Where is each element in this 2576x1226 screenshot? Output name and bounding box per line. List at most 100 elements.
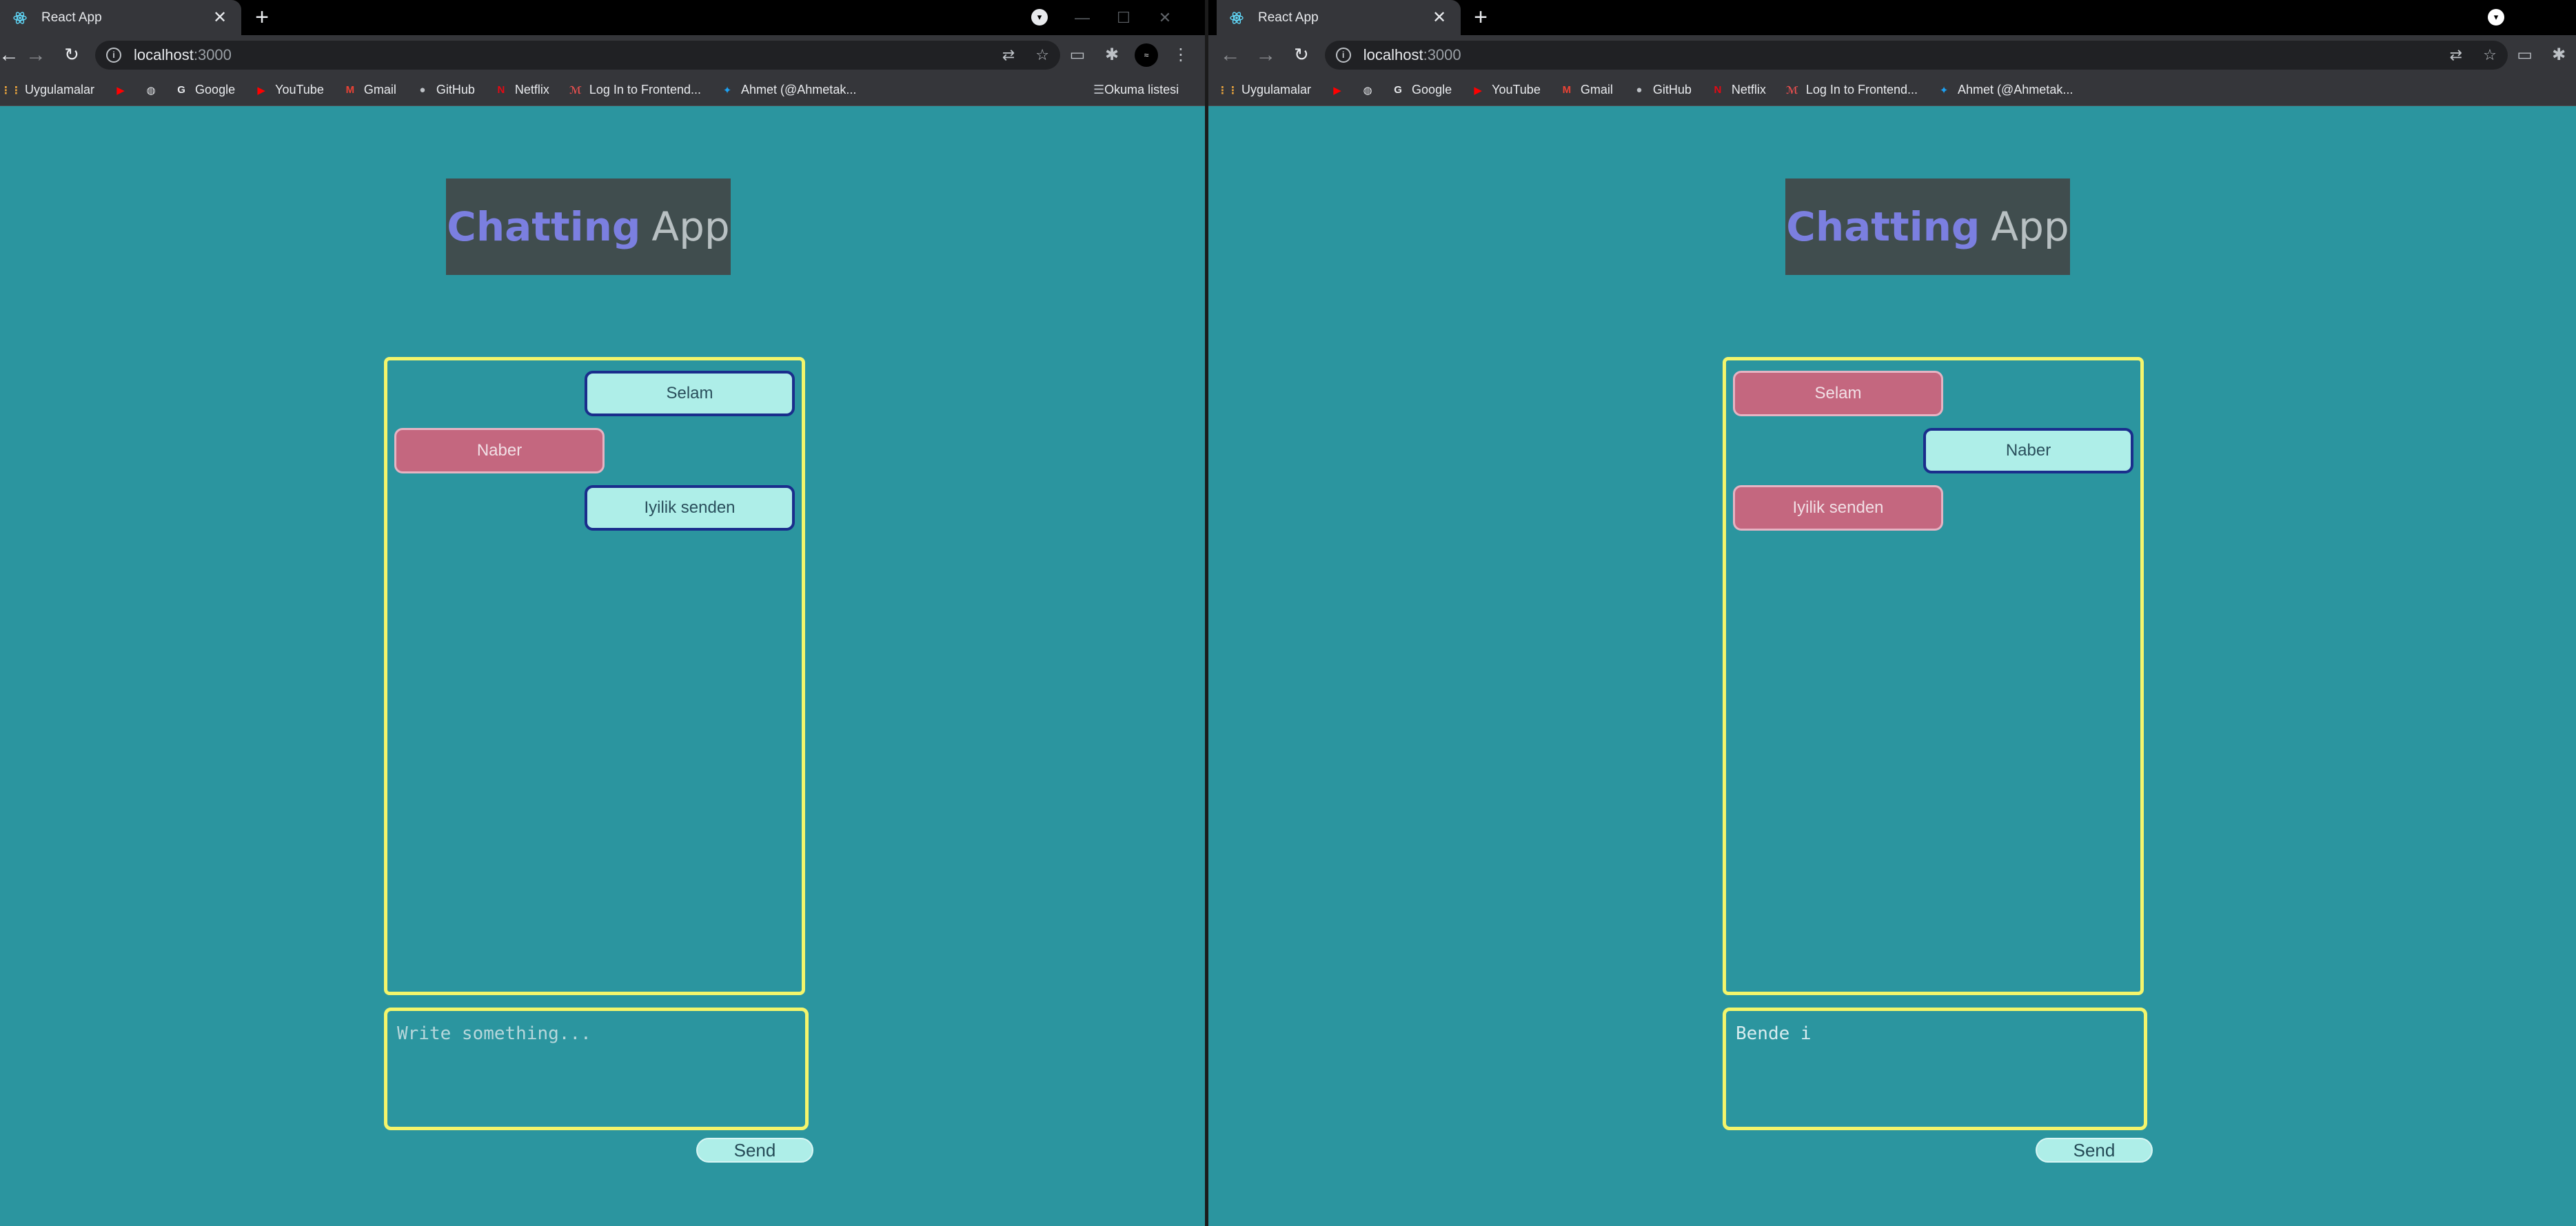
tab-search-icon[interactable]: ▾ <box>2488 9 2504 25</box>
react-icon <box>12 10 28 25</box>
window-controls: — ☐ ✕ <box>1062 0 1186 35</box>
bookmark-youtube-1[interactable]: ▶ <box>114 83 134 97</box>
gmail-icon: M <box>1562 84 1572 96</box>
bookmark-gmail[interactable]: M Gmail <box>1560 83 1613 97</box>
gmail-icon: M <box>345 84 355 96</box>
youtube-icon: ▶ <box>1333 84 1341 96</box>
url-host: localhost <box>1363 45 1423 63</box>
back-icon[interactable]: ← <box>0 37 19 73</box>
bookmark-gmail[interactable]: M Gmail <box>343 83 396 97</box>
chat-messages-box[interactable]: Selam Naber Iyilik senden <box>1723 357 2144 995</box>
message-input[interactable] <box>384 1008 809 1130</box>
forward-icon[interactable]: → <box>18 37 54 73</box>
bookmark-youtube[interactable]: ▶ YouTube <box>254 83 324 97</box>
globe-icon: ◍ <box>1363 84 1372 96</box>
message-bubble-sent: Iyilik senden <box>585 485 795 531</box>
close-window-icon[interactable]: ✕ <box>1144 9 1186 27</box>
bookmark-netflix[interactable]: N Netflix <box>494 83 549 97</box>
bookmark-globe[interactable]: ◍ <box>1361 83 1381 97</box>
forward-icon[interactable]: → <box>1248 37 1284 73</box>
cast-icon[interactable]: ▭ <box>2508 45 2542 65</box>
back-icon[interactable]: ← <box>1213 37 1248 73</box>
message-bubble-sent: Selam <box>585 371 795 416</box>
bookmarks-bar: ⋮⋮ Uygulamalar ▶ ◍ G Google ▶ YouTube M … <box>1208 74 2576 106</box>
extensions-icon[interactable]: ✱ <box>1095 45 1129 65</box>
toolbar: ← → ↻ i localhost :3000 ⇄ ☆ ▭ ✱ ≈ ⋮ <box>0 35 1205 74</box>
toolbar: ← → ↻ i localhost :3000 ⇄ ☆ ▭ ✱ <box>1208 35 2576 74</box>
browser-window-left: React App ✕ + ▾ — ☐ ✕ ← → ↻ i localhost … <box>0 0 1205 1226</box>
youtube-icon: ▶ <box>257 84 265 96</box>
app-title: Chatting App <box>1785 178 2070 275</box>
url-port: :3000 <box>193 45 232 63</box>
close-tab-icon[interactable]: ✕ <box>1430 8 1448 28</box>
profile-avatar[interactable]: ≈ <box>1135 43 1158 67</box>
new-tab-button[interactable]: + <box>1467 3 1494 31</box>
tab-title: React App <box>1258 10 1319 25</box>
site-info-icon[interactable]: i <box>106 47 121 63</box>
url-host: localhost <box>134 45 194 63</box>
message-bubble-received: Iyilik senden <box>1733 485 1943 531</box>
netflix-icon: N <box>497 84 505 96</box>
bookmark-google[interactable]: G Google <box>1391 83 1452 97</box>
address-bar[interactable]: i localhost :3000 ⇄ ☆ <box>1324 40 2508 70</box>
tab-strip: React App ✕ + ▾ <box>1208 0 2576 35</box>
netflix-icon: N <box>1714 84 1722 96</box>
google-icon: G <box>177 84 185 96</box>
bookmark-star-icon[interactable]: ☆ <box>1035 46 1049 64</box>
bookmark-github[interactable]: ● GitHub <box>1632 83 1692 97</box>
message-bubble-received: Selam <box>1733 371 1943 416</box>
menu-icon[interactable]: ⋮ <box>1164 45 1198 65</box>
reading-list[interactable]: ☰ Okuma listesi <box>1093 83 1179 97</box>
chat-messages-box[interactable]: Selam Naber Iyilik senden <box>384 357 805 995</box>
bookmark-github[interactable]: ● GitHub <box>416 83 475 97</box>
youtube-icon: ▶ <box>116 84 125 96</box>
bookmark-apps[interactable]: ⋮⋮ Uygulamalar <box>1217 83 1311 97</box>
extensions-icon[interactable]: ✱ <box>2542 45 2576 65</box>
reload-icon[interactable]: ↻ <box>54 37 90 73</box>
tab-search-icon[interactable]: ▾ <box>1031 9 1048 25</box>
bookmark-star-icon[interactable]: ☆ <box>2483 46 2497 64</box>
send-button[interactable]: Send <box>696 1138 813 1163</box>
react-icon <box>1229 10 1244 25</box>
apps-grid-icon: ⋮⋮ <box>1 84 21 96</box>
site-info-icon[interactable]: i <box>1335 47 1351 63</box>
cast-icon[interactable]: ▭ <box>1060 45 1095 65</box>
bookmarks-bar: ⋮⋮ Uygulamalar ▶ ◍ G Google ▶ YouTube M … <box>0 74 1205 106</box>
twitter-icon: ✦ <box>1939 84 1949 96</box>
bookmark-frontend[interactable]: ℳ Log In to Frontend... <box>569 83 701 97</box>
bookmark-netflix[interactable]: N Netflix <box>1711 83 1765 97</box>
bookmark-google[interactable]: G Google <box>174 83 235 97</box>
google-icon: G <box>1394 84 1402 96</box>
bookmark-youtube[interactable]: ▶ YouTube <box>1471 83 1541 97</box>
bookmark-globe[interactable]: ◍ <box>144 83 165 97</box>
youtube-icon: ▶ <box>1474 84 1482 96</box>
desktop: React App ✕ + ▾ — ☐ ✕ ← → ↻ i localhost … <box>0 0 2576 1226</box>
send-button[interactable]: Send <box>2036 1138 2153 1163</box>
frontend-mentor-icon: ℳ <box>1786 84 1798 96</box>
new-tab-button[interactable]: + <box>248 3 276 31</box>
globe-icon: ◍ <box>146 84 156 96</box>
minimize-icon[interactable]: — <box>1062 9 1103 27</box>
bookmark-youtube-1[interactable]: ▶ <box>1330 83 1351 97</box>
maximize-icon[interactable]: ☐ <box>1103 9 1144 27</box>
bookmark-apps[interactable]: ⋮⋮ Uygulamalar <box>1 83 94 97</box>
reading-list-icon: ☰ <box>1093 83 1105 96</box>
tab-title: React App <box>41 10 102 25</box>
bookmark-twitter[interactable]: ✦ Ahmet (@Ahmetak... <box>720 83 857 97</box>
tab-strip: React App ✕ + ▾ — ☐ ✕ <box>0 0 1205 35</box>
bookmark-frontend[interactable]: ℳ Log In to Frontend... <box>1785 83 1918 97</box>
address-bar[interactable]: i localhost :3000 ⇄ ☆ <box>95 40 1060 70</box>
reload-icon[interactable]: ↻ <box>1284 37 1319 73</box>
browser-tab[interactable]: React App ✕ <box>1217 0 1461 35</box>
close-tab-icon[interactable]: ✕ <box>211 8 229 28</box>
twitter-icon: ✦ <box>722 84 732 96</box>
message-bubble-received: Naber <box>394 428 605 473</box>
message-bubble-sent: Naber <box>1923 428 2133 473</box>
bookmark-twitter[interactable]: ✦ Ahmet (@Ahmetak... <box>1937 83 2073 97</box>
translate-icon[interactable]: ⇄ <box>2450 46 2462 64</box>
message-input[interactable]: Bende i <box>1723 1008 2147 1130</box>
apps-grid-icon: ⋮⋮ <box>1217 84 1238 96</box>
browser-tab[interactable]: React App ✕ <box>0 0 241 35</box>
frontend-mentor-icon: ℳ <box>569 84 582 96</box>
translate-icon[interactable]: ⇄ <box>1002 46 1015 64</box>
